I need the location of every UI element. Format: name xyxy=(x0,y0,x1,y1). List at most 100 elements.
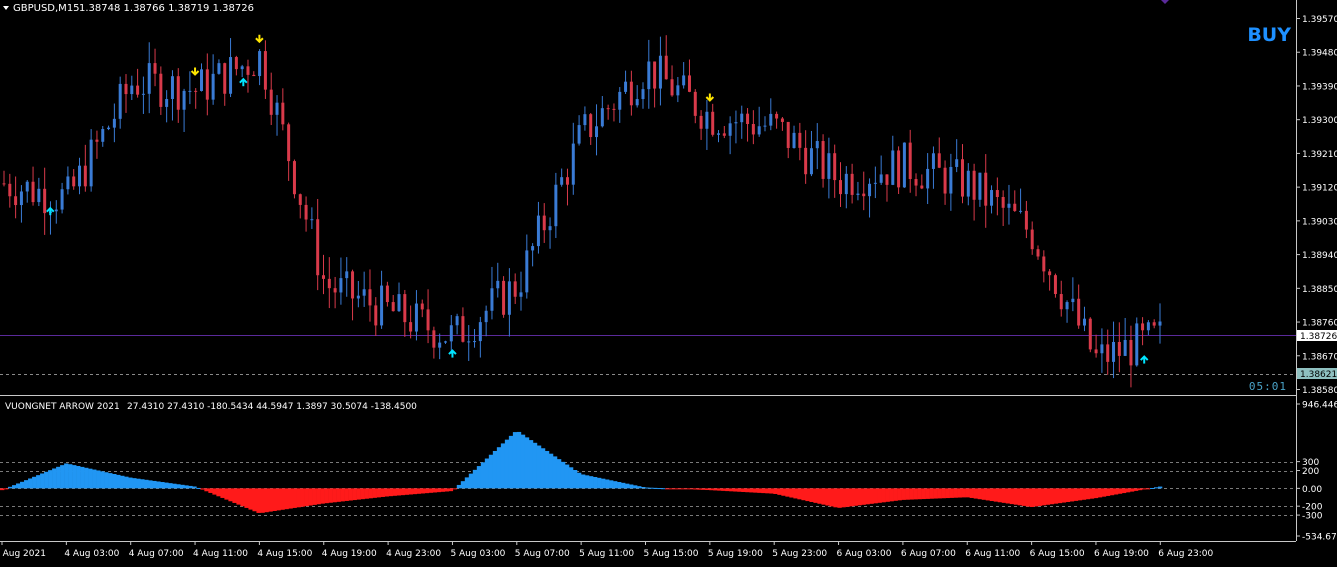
candle-body xyxy=(356,295,360,299)
indicator-tick-label: 946.4467 xyxy=(1302,401,1337,411)
histogram-bar-positive xyxy=(460,481,466,489)
histogram-bar-negative xyxy=(1145,488,1151,490)
candle-body xyxy=(763,125,767,127)
candle-body xyxy=(682,75,686,86)
marker-price-label: 1.38621 xyxy=(1300,370,1337,380)
histogram-bar-positive xyxy=(172,483,177,489)
candle-body xyxy=(496,280,500,289)
time-tick-label: 6 Aug 03:00 xyxy=(837,549,892,559)
histogram-bar-positive xyxy=(36,475,41,489)
histogram-bar-negative xyxy=(849,488,854,507)
histogram-bar-positive xyxy=(653,487,658,489)
candle-body xyxy=(223,63,227,94)
histogram-bar-negative xyxy=(384,488,389,497)
candle-body xyxy=(798,132,802,148)
candle-body xyxy=(531,246,535,251)
histogram-bar-negative xyxy=(332,488,337,503)
histogram-bar-negative xyxy=(697,488,702,490)
price-tick-label: 1.39120 xyxy=(1302,184,1337,194)
histogram-bar-positive xyxy=(572,470,578,489)
candle-body xyxy=(618,91,622,110)
trading-chart[interactable]: GBPUSD,M15 1.38748 1.38766 1.38719 1.387… xyxy=(0,0,1337,567)
histogram-bar-positive xyxy=(152,480,157,489)
histogram-bar-negative xyxy=(280,488,285,510)
candle-body xyxy=(426,309,430,331)
histogram-bar-negative xyxy=(977,488,982,500)
histogram-bar-positive xyxy=(20,481,25,489)
histogram-bar-positive xyxy=(104,472,109,489)
histogram-bar-negative xyxy=(801,488,806,501)
histogram-bar-negative xyxy=(1025,488,1031,507)
time-tick-label: 4 Aug 07:00 xyxy=(129,549,184,559)
candle-body xyxy=(234,57,238,70)
histogram-bar-positive xyxy=(100,471,105,489)
histogram-bar-negative xyxy=(789,488,794,498)
histogram-bar-positive xyxy=(44,471,49,489)
histogram-bar-negative xyxy=(865,488,870,505)
histogram-bar-negative xyxy=(1009,488,1015,505)
histogram-bar-positive xyxy=(188,485,193,489)
candle-body xyxy=(1100,344,1104,354)
histogram-bar-positive xyxy=(516,431,522,489)
histogram-bar-positive xyxy=(488,454,494,489)
histogram-bar-negative xyxy=(845,488,850,507)
candle-body xyxy=(8,183,12,197)
histogram-bar-positive xyxy=(641,486,646,489)
histogram-bar-positive xyxy=(456,484,462,489)
candle-body xyxy=(908,142,912,180)
time-tick-label: 6 Aug 23:00 xyxy=(1158,549,1213,559)
histogram-bar-negative xyxy=(981,488,986,500)
candle-body xyxy=(786,121,790,148)
histogram-bar-negative xyxy=(685,488,690,490)
histogram-bar-negative xyxy=(344,488,349,501)
candle-body xyxy=(1065,302,1069,310)
histogram-bar-negative xyxy=(216,488,221,497)
histogram-bar-negative xyxy=(316,488,321,505)
histogram-bar-positive xyxy=(496,447,502,489)
time-tick-label: 5 Aug 23:00 xyxy=(772,549,827,559)
histogram-bar-negative xyxy=(240,488,245,507)
histogram-bar-positive xyxy=(1153,487,1159,489)
candle-body xyxy=(194,90,198,92)
candle-body xyxy=(118,83,122,119)
candle-body xyxy=(78,165,82,187)
histogram-bar-negative xyxy=(941,488,946,499)
indicator-tick-label: 200 xyxy=(1302,467,1319,477)
histogram-bar-positive xyxy=(645,487,650,489)
histogram-bar-positive xyxy=(92,469,97,489)
histogram-bar-positive xyxy=(40,473,45,489)
histogram-bar-positive xyxy=(28,478,33,489)
histogram-bar-negative xyxy=(1017,488,1023,506)
histogram-bar-positive xyxy=(116,474,121,489)
histogram-bar-negative xyxy=(1005,488,1011,504)
histogram-bar-negative xyxy=(312,488,317,505)
histogram-bar-negative xyxy=(709,488,714,491)
candle-body xyxy=(490,288,494,311)
histogram-bar-positive xyxy=(32,476,37,489)
candle-body xyxy=(972,170,976,200)
histogram-bar-negative xyxy=(260,488,265,513)
candle-body xyxy=(1036,249,1040,257)
price-tick-label: 1.39030 xyxy=(1302,217,1337,227)
histogram-bar-positive xyxy=(560,461,566,489)
histogram-bar-negative xyxy=(1021,488,1027,506)
candle-body xyxy=(931,153,935,169)
histogram-bar-negative xyxy=(737,488,742,492)
histogram-bar-positive xyxy=(552,456,558,489)
candle-body xyxy=(1094,349,1098,354)
histogram-bar-negative xyxy=(917,488,922,500)
histogram-bar-positive xyxy=(148,480,153,489)
histogram-bar-negative xyxy=(1085,488,1091,500)
histogram-bar-negative xyxy=(284,488,289,510)
candle-body xyxy=(414,303,418,332)
histogram-bar-negative xyxy=(965,488,970,498)
histogram-bar-negative xyxy=(360,488,365,500)
histogram-bar-positive xyxy=(132,478,137,489)
histogram-bar-positive xyxy=(617,481,622,489)
histogram-bar-positive xyxy=(76,466,81,489)
candle-body xyxy=(83,165,87,187)
time-tick-label: 5 Aug 11:00 xyxy=(579,549,634,559)
candle-body xyxy=(31,181,35,203)
candle-body xyxy=(449,325,453,342)
histogram-bar-negative xyxy=(388,488,393,497)
